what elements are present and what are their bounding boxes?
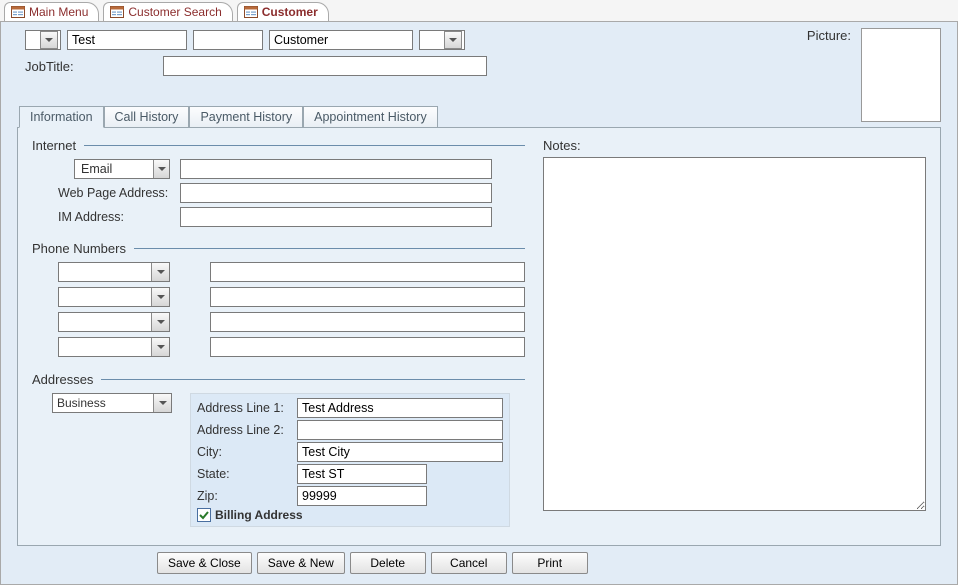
- notes-textarea[interactable]: [543, 157, 926, 511]
- internet-group: Internet Email Web Page Address:: [32, 138, 525, 231]
- email-input[interactable]: [180, 159, 492, 179]
- subtab-appointment-history[interactable]: Appointment History: [303, 106, 438, 128]
- cancel-button[interactable]: Cancel: [431, 552, 507, 574]
- phone-number-2[interactable]: [210, 287, 525, 307]
- phone-type-4[interactable]: [58, 337, 170, 357]
- form-icon: [11, 6, 25, 18]
- check-icon: [199, 510, 209, 520]
- form-icon: [244, 6, 258, 18]
- phone-number-1[interactable]: [210, 262, 525, 282]
- address-type-value: Business: [57, 396, 153, 410]
- phone-row-1: [32, 262, 525, 282]
- save-close-button[interactable]: Save & Close: [157, 552, 252, 574]
- address-legend: Addresses: [32, 372, 93, 387]
- subtab-bar: Information Call History Payment History…: [17, 106, 941, 128]
- picture-box[interactable]: [861, 28, 941, 122]
- addr-state-input[interactable]: [297, 464, 427, 484]
- address-type-select[interactable]: Business: [52, 393, 172, 413]
- phone-number-3[interactable]: [210, 312, 525, 332]
- picture-area: Picture:: [807, 28, 941, 122]
- addr-line2-input[interactable]: [297, 420, 503, 440]
- phone-row-4: [32, 337, 525, 357]
- subtab-payment-history[interactable]: Payment History: [189, 106, 303, 128]
- information-panel: Internet Email Web Page Address:: [17, 127, 941, 546]
- window-tab-bar: Main Menu Customer Search Customer: [0, 0, 958, 21]
- phone-legend: Phone Numbers: [32, 241, 126, 256]
- suffix-select[interactable]: [419, 30, 465, 50]
- addr-state-label: State:: [197, 467, 293, 481]
- billing-checkbox[interactable]: [197, 508, 211, 522]
- job-title-label: JobTitle:: [25, 59, 153, 74]
- title-select[interactable]: [25, 30, 61, 50]
- phone-type-3[interactable]: [58, 312, 170, 332]
- phone-group: Phone Numbers: [32, 241, 525, 362]
- subtab-call-history[interactable]: Call History: [104, 106, 190, 128]
- tab-customer[interactable]: Customer: [237, 2, 329, 21]
- email-type-select[interactable]: Email: [74, 159, 170, 179]
- im-label: IM Address:: [58, 210, 174, 224]
- addr-zip-label: Zip:: [197, 489, 293, 503]
- middle-name-input[interactable]: [193, 30, 263, 50]
- first-name-input[interactable]: [67, 30, 187, 50]
- web-input[interactable]: [180, 183, 492, 203]
- internet-legend: Internet: [32, 138, 76, 153]
- billing-label: Billing Address: [215, 508, 303, 522]
- delete-button[interactable]: Delete: [350, 552, 426, 574]
- web-label: Web Page Address:: [58, 186, 174, 200]
- phone-number-4[interactable]: [210, 337, 525, 357]
- tab-main-menu-label: Main Menu: [29, 5, 88, 19]
- addr-city-label: City:: [197, 445, 293, 459]
- notes-label: Notes:: [543, 138, 581, 153]
- tab-customer-search[interactable]: Customer Search: [103, 2, 232, 21]
- customer-form: Picture: JobTitle: Information Call Hist…: [0, 21, 958, 585]
- tab-customer-label: Customer: [262, 5, 318, 19]
- im-input[interactable]: [180, 207, 492, 227]
- email-type-value: Email: [81, 162, 112, 176]
- phone-row-2: [32, 287, 525, 307]
- addr-line1-input[interactable]: [297, 398, 503, 418]
- addr-line1-label: Address Line 1:: [197, 401, 293, 415]
- save-new-button[interactable]: Save & New: [257, 552, 345, 574]
- addr-line2-label: Address Line 2:: [197, 423, 293, 437]
- phone-type-2[interactable]: [58, 287, 170, 307]
- job-title-input[interactable]: [163, 56, 487, 76]
- tab-customer-search-label: Customer Search: [128, 5, 221, 19]
- button-bar: Save & Close Save & New Delete Cancel Pr…: [17, 552, 941, 574]
- addr-zip-input[interactable]: [297, 486, 427, 506]
- phone-row-3: [32, 312, 525, 332]
- subtab-information[interactable]: Information: [19, 106, 104, 128]
- last-name-input[interactable]: [269, 30, 413, 50]
- print-button[interactable]: Print: [512, 552, 588, 574]
- address-block: Address Line 1: Address Line 2: City:: [190, 393, 510, 527]
- form-icon: [110, 6, 124, 18]
- addr-city-input[interactable]: [297, 442, 503, 462]
- tab-main-menu[interactable]: Main Menu: [4, 2, 99, 21]
- address-group: Addresses Business Address Line 1:: [32, 372, 525, 527]
- phone-type-1[interactable]: [58, 262, 170, 282]
- name-row: Picture:: [17, 30, 941, 50]
- picture-label: Picture:: [807, 28, 851, 43]
